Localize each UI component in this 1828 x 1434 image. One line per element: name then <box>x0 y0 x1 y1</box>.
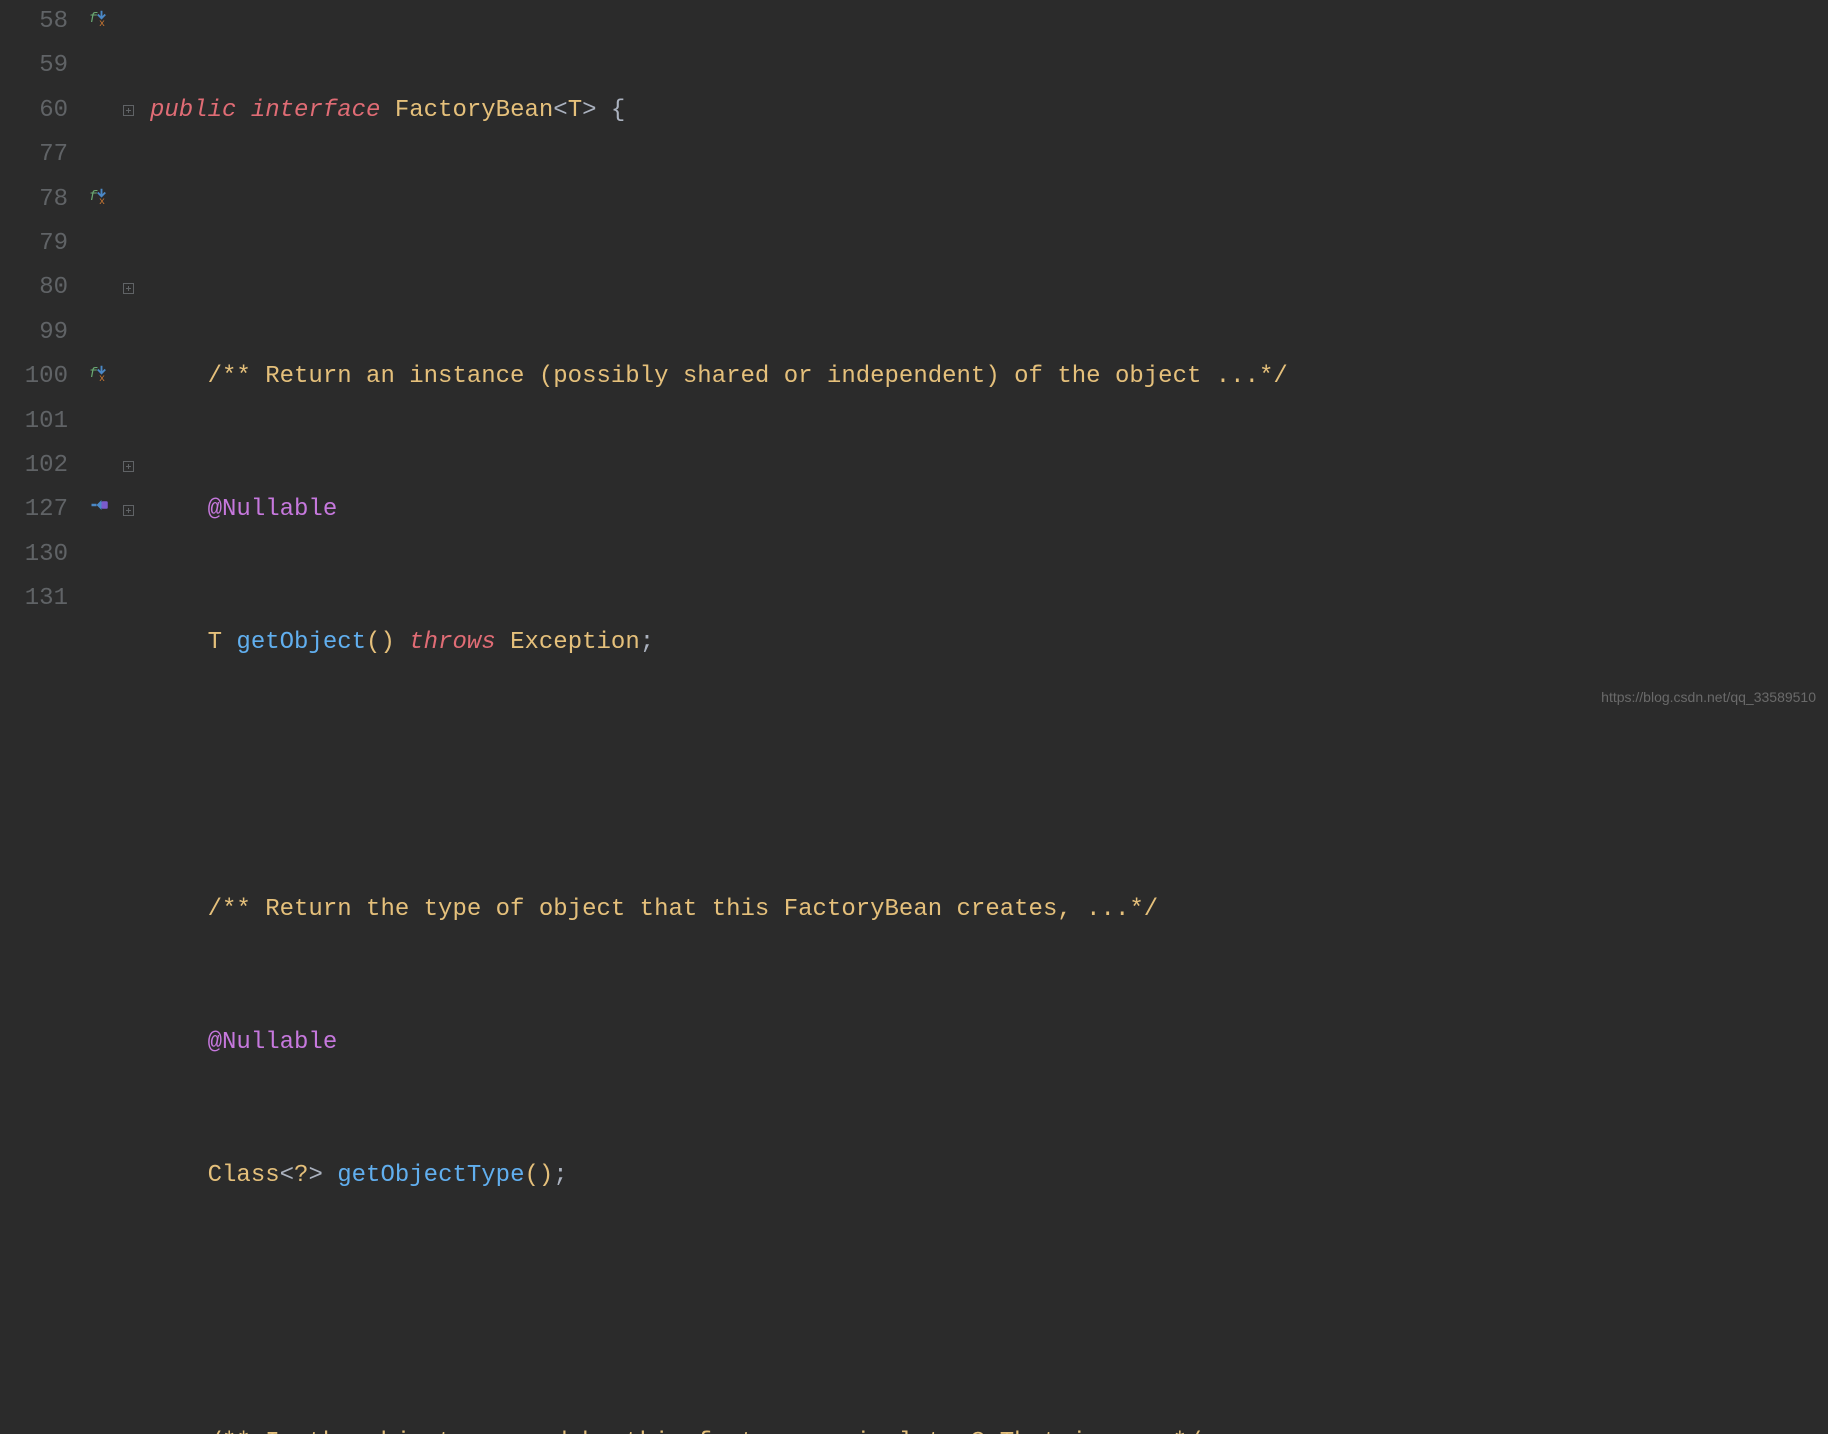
javadoc-comment: /** Return an instance (possibly shared … <box>208 355 1288 399</box>
line-number[interactable]: 60 <box>0 89 68 133</box>
line-number[interactable]: 127 <box>0 488 68 532</box>
method-name: getObject <box>236 621 366 665</box>
code-line[interactable] <box>150 222 1828 266</box>
code-line[interactable]: /** Return an instance (possibly shared … <box>150 355 1828 399</box>
line-number[interactable]: 77 <box>0 133 68 177</box>
method-override-icon[interactable]: fx <box>89 0 109 44</box>
fold-toggle-icon[interactable] <box>123 283 134 294</box>
svg-text:f: f <box>89 366 98 382</box>
code-line[interactable]: Class<?> getObjectType(); <box>150 1154 1828 1198</box>
method-override-icon[interactable]: fx <box>89 178 109 222</box>
code-line[interactable]: /** Is the object managed by this factor… <box>150 1421 1828 1434</box>
fold-gutter <box>118 0 138 717</box>
code-line[interactable]: /** Return the type of object that this … <box>150 888 1828 932</box>
open-brace: { <box>611 89 625 133</box>
keyword-public: public <box>150 89 236 133</box>
angle-open: < <box>553 89 567 133</box>
angle-close: > <box>308 1154 322 1198</box>
line-number[interactable]: 80 <box>0 266 68 310</box>
line-number[interactable]: 130 <box>0 533 68 577</box>
code-line[interactable]: @Nullable <box>150 1021 1828 1065</box>
line-number[interactable]: 59 <box>0 44 68 88</box>
line-number-gutter: 58 59 60 77 78 79 80 99 100 101 102 127 … <box>0 0 80 717</box>
angle-open: < <box>280 1154 294 1198</box>
code-line[interactable]: public interface FactoryBean<T> { <box>150 89 1828 133</box>
line-number[interactable]: 102 <box>0 444 68 488</box>
annotation-nullable: @Nullable <box>208 488 338 532</box>
return-type: T <box>208 621 222 665</box>
type-name: FactoryBean <box>395 89 553 133</box>
semicolon: ; <box>640 621 654 665</box>
line-number[interactable]: 131 <box>0 577 68 621</box>
line-number[interactable]: 100 <box>0 355 68 399</box>
fold-toggle-icon[interactable] <box>123 105 134 116</box>
line-number[interactable]: 78 <box>0 178 68 222</box>
type-exception: Exception <box>510 621 640 665</box>
watermark-text: https://blog.csdn.net/qq_33589510 <box>1601 685 1816 711</box>
line-number[interactable]: 79 <box>0 222 68 266</box>
svg-text:x: x <box>99 196 105 204</box>
close-paren: ) <box>539 1154 553 1198</box>
close-paren: ) <box>380 621 394 665</box>
angle-close: > <box>582 89 596 133</box>
keyword-throws: throws <box>409 621 495 665</box>
line-number[interactable]: 58 <box>0 0 68 44</box>
fold-toggle-icon[interactable] <box>123 461 134 472</box>
code-area[interactable]: public interface FactoryBean<T> { /** Re… <box>138 0 1828 717</box>
fold-toggle-icon[interactable] <box>123 505 134 516</box>
svg-text:f: f <box>89 189 98 205</box>
svg-text:x: x <box>99 19 105 27</box>
svg-text:f: f <box>89 11 98 27</box>
keyword-interface: interface <box>251 89 381 133</box>
code-line[interactable] <box>150 755 1828 799</box>
svg-text:x: x <box>99 374 105 382</box>
open-paren: ( <box>524 1154 538 1198</box>
line-number[interactable]: 101 <box>0 400 68 444</box>
type-param: T <box>568 89 582 133</box>
implemented-method-icon[interactable] <box>89 488 109 532</box>
code-line[interactable]: @Nullable <box>150 488 1828 532</box>
line-number[interactable]: 99 <box>0 311 68 355</box>
javadoc-comment: /** Return the type of object that this … <box>208 888 1159 932</box>
code-line[interactable]: T getObject() throws Exception; <box>150 621 1828 665</box>
javadoc-comment: /** Is the object managed by this factor… <box>208 1421 1202 1434</box>
method-override-icon[interactable]: fx <box>89 355 109 399</box>
code-editor: 58 59 60 77 78 79 80 99 100 101 102 127 … <box>0 0 1828 717</box>
gutter-icon-strip: fx fx fx <box>80 0 118 717</box>
code-line[interactable] <box>150 1287 1828 1331</box>
method-name: getObjectType <box>337 1154 524 1198</box>
semicolon: ; <box>553 1154 567 1198</box>
wildcard: ? <box>294 1154 308 1198</box>
open-paren: ( <box>366 621 380 665</box>
return-type: Class <box>208 1154 280 1198</box>
annotation-nullable: @Nullable <box>208 1021 338 1065</box>
